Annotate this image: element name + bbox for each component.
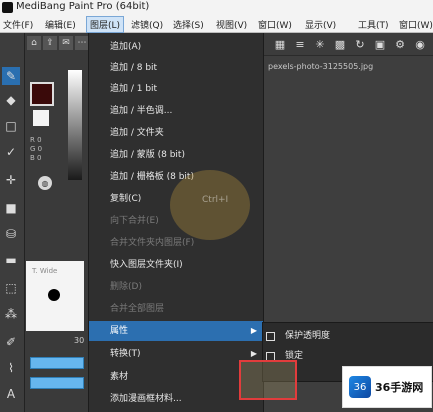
menu-item-material[interactable]: 素材 <box>89 367 263 387</box>
menu-edit[interactable]: 编辑(E) <box>42 17 79 32</box>
menu-display[interactable]: 显示(V) <box>302 17 339 32</box>
gear-icon[interactable]: ⚙ <box>392 36 408 52</box>
menu-item-delete[interactable]: 删除(D) <box>89 277 263 297</box>
window-title: MediBang Paint Pro (64bit) <box>16 1 150 12</box>
checkbox-icon <box>266 332 275 341</box>
color-brightness-slider[interactable] <box>68 70 82 180</box>
menu-item-add-comic-frame[interactable]: 添加漫画框材料... <box>89 389 263 409</box>
tool-bar: ✎ ◆ □ ✓ ✛ ■ ⛁ ▬ ⬚ ⁂ ✐ ⌇ A <box>0 33 25 412</box>
color-r-value: R 0 <box>30 136 42 144</box>
pattern-icon[interactable]: ▩ <box>332 36 348 52</box>
bucket-tool-icon[interactable]: ⛁ <box>2 225 20 243</box>
menu-item-add-mask[interactable]: 追加 / 蒙版 (8 bit) <box>89 145 263 165</box>
site-logo: 36 36手游网 <box>342 366 432 408</box>
menu-item-add-folder[interactable]: 追加 / 文件夹 <box>89 123 263 143</box>
sparkle-icon[interactable]: ✳ <box>312 36 328 52</box>
menu-item-add-8bit[interactable]: 追加 / 8 bit <box>89 58 263 78</box>
help-icon[interactable]: ◉ <box>412 36 428 52</box>
menu-item-add-halftone[interactable]: 追加 / 半色调... <box>89 101 263 121</box>
menu-item-convert[interactable]: 转换(T) ▶ <box>89 344 263 364</box>
submenu-item-protect-alpha[interactable]: 保护透明度 <box>263 327 433 345</box>
menu-item-merge-all[interactable]: 合并全部图层 <box>89 299 263 319</box>
secondary-color-swatch[interactable] <box>33 110 49 126</box>
menu-filter[interactable]: 滤镜(Q) <box>128 17 166 32</box>
magic-wand-icon[interactable]: ⁂ <box>2 305 20 323</box>
brush-opacity-slider[interactable] <box>30 377 84 389</box>
gradient-tool-icon[interactable]: ▬ <box>2 251 20 269</box>
frame-icon[interactable]: ▣ <box>372 36 388 52</box>
panel-tab-more-icon[interactable]: ⋯ <box>75 36 89 50</box>
logo-mark-icon: 36 <box>349 376 371 398</box>
select-tool-icon[interactable]: ⬚ <box>2 279 20 297</box>
watermark-text: Ctrl+I <box>202 195 229 205</box>
submenu-item-protect-alpha-label: 保护透明度 <box>285 331 331 341</box>
brush-tool-icon[interactable]: ✎ <box>2 67 20 85</box>
menu-item-into-folder[interactable]: 快入图层文件夹(I) <box>89 255 263 275</box>
submenu-arrow-icon: ▶ <box>250 326 257 335</box>
menu-item-properties[interactable]: 属性 ▶ <box>89 321 263 341</box>
canvas-toolbar: ▦ ≡ ✳ ▩ ↻ ▣ ⚙ ◉ <box>262 33 433 55</box>
eraser-tool-icon[interactable]: ◆ <box>2 91 20 109</box>
panel-tab-share-icon[interactable]: ⇪ <box>43 36 57 50</box>
menu-item-add-1bit[interactable]: 追加 / 1 bit <box>89 79 263 99</box>
color-g-value: G 0 <box>30 145 43 153</box>
move-tool-icon[interactable]: ✛ <box>2 171 20 189</box>
primary-color-swatch[interactable] <box>30 82 54 106</box>
menu-tools[interactable]: 工具(T) <box>355 17 392 32</box>
panel-tab-chat-icon[interactable]: ✉ <box>59 36 73 50</box>
panel-tab-home-icon[interactable]: ⌂ <box>27 36 41 50</box>
lasso-tool-icon[interactable]: ✓ <box>2 143 20 161</box>
menu-lines-icon[interactable]: ≡ <box>292 36 308 52</box>
brush-preview: T. Wide <box>26 261 84 331</box>
brush-name: T. Wide <box>32 267 58 275</box>
brush-dot <box>48 289 60 301</box>
pen-select-icon[interactable]: ✐ <box>2 333 20 351</box>
menu-file[interactable]: 文件(F) <box>0 17 36 32</box>
menu-bar: 文件(F) 编辑(E) 图层(L) 滤镜(Q) 选择(S) 视图(V) 窗口(W… <box>0 16 433 33</box>
menu-item-properties-label: 属性 <box>110 326 129 336</box>
canvas-filename[interactable]: pexels-photo-3125505.jpg <box>268 62 373 71</box>
title-bar: MediBang Paint Pro (64bit) <box>0 0 433 16</box>
eyedropper-icon[interactable]: ⌇ <box>2 359 20 377</box>
highlight-box <box>239 360 297 400</box>
menu-select[interactable]: 选择(S) <box>170 17 207 32</box>
brush-size-slider[interactable] <box>30 357 84 369</box>
menu-item-add[interactable]: 追加(A) <box>89 37 263 57</box>
text-tool-icon[interactable]: A <box>2 385 20 403</box>
grid-icon[interactable]: ▦ <box>272 36 288 52</box>
color-b-value: B 0 <box>30 154 42 162</box>
palette-icon[interactable]: ◍ <box>38 176 52 190</box>
rotate-icon[interactable]: ↻ <box>352 36 368 52</box>
brush-size-value: 30 <box>74 336 85 345</box>
menu-item-convert-label: 转换(T) <box>110 349 141 359</box>
rectangle-tool-icon[interactable]: □ <box>2 117 20 135</box>
menu-view[interactable]: 视图(V) <box>213 17 250 32</box>
menu-window[interactable]: 窗口(W) <box>255 17 295 32</box>
fill-rect-tool-icon[interactable]: ■ <box>2 199 20 217</box>
app-icon <box>2 2 13 13</box>
menu-window-2[interactable]: 窗口(W) <box>396 17 433 32</box>
logo-text: 36手游网 <box>375 381 424 394</box>
menu-item-merge-folder[interactable]: 合并文件夹内图层(F) <box>89 233 263 253</box>
menu-layer[interactable]: 图层(L) <box>86 16 125 33</box>
watermark-badge <box>170 170 250 240</box>
